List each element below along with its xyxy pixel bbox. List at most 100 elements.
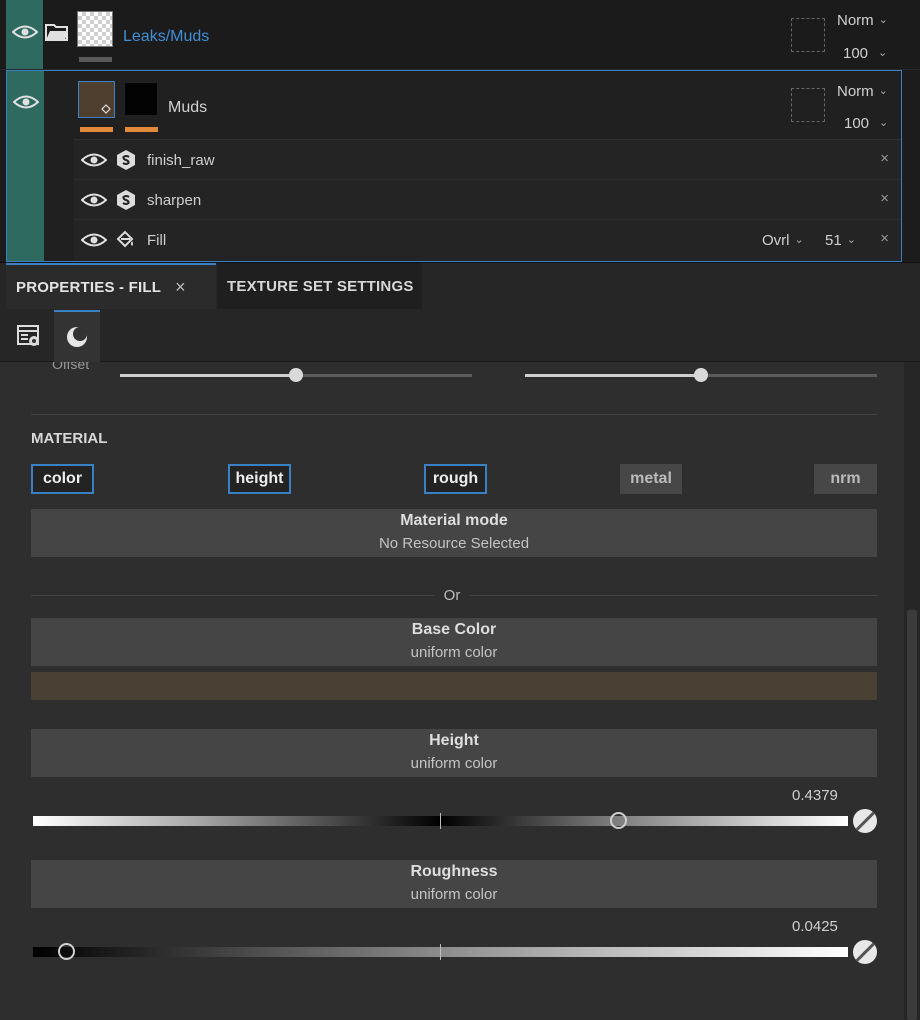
card-value: No Resource Selected [378,535,530,552]
effect-row-sharpen[interactable]: sharpen × [74,179,901,219]
eye-icon[interactable] [80,150,108,170]
material-sphere-icon [67,327,87,347]
blend-mode-dropdown[interactable]: Norm ⌄ [837,83,888,100]
opacity-value: 100 [843,45,869,62]
height-value[interactable]: 0.4379 [792,787,838,804]
eye-icon[interactable] [80,230,108,250]
effect-name: finish_raw [147,152,215,169]
substance-icon [117,190,135,210]
paint-bucket-icon [101,104,111,114]
group-name[interactable]: Leaks/Muds [123,28,209,46]
card-value: uniform color [410,886,498,903]
card-value: uniform color [410,755,498,772]
chevron-down-icon: ⌄ [878,14,888,26]
group-thumbnail[interactable] [77,11,113,47]
blend-mode-value: Norm [837,12,874,29]
channel-toggle-color[interactable]: color [31,464,94,494]
close-icon[interactable]: × [175,277,186,298]
tab-properties-fill[interactable]: PROPERTIES - FILL × [6,263,216,309]
base-color-selector[interactable]: Base Color uniform color [31,618,877,666]
slider-handle[interactable] [58,943,75,960]
blend-mode-dropdown[interactable]: Ovrl ⌄ [762,232,804,249]
layer-mask-thumbnail[interactable] [124,82,158,116]
material-section-title: MATERIAL [31,430,108,447]
effect-name: sharpen [147,192,202,209]
tab-label: PROPERTIES - FILL [16,278,162,296]
blend-mode-value: Ovrl [762,232,790,249]
roughness-value[interactable]: 0.0425 [792,918,838,935]
close-icon[interactable]: × [880,150,889,167]
roughness-selector[interactable]: Roughness uniform color [31,860,877,908]
chevron-down-icon: ⌄ [878,47,888,59]
or-text: Or [433,587,471,604]
paint-bucket-icon [116,230,134,248]
slider-center-tick [440,813,441,829]
slider-handle[interactable] [610,812,627,829]
property-subtabs [0,310,920,362]
group-mask-bar [79,57,112,62]
close-icon[interactable]: × [880,190,889,207]
roughness-gradient-slider[interactable] [33,943,848,960]
layer-color-bar [80,127,113,132]
material-mode-selector[interactable]: Material mode No Resource Selected [31,509,877,557]
opacity-dropdown[interactable]: 51 ⌄ [825,232,856,249]
panel-tabs: PROPERTIES - FILL × TEXTURE SET SETTINGS [0,262,920,310]
properties-panel: Offset MATERIAL color height rough metal… [0,362,904,1020]
card-title: Roughness [410,863,498,880]
effect-row-fill[interactable]: Fill Ovrl ⌄ 51 ⌄ × [74,219,901,261]
slider-handle[interactable] [289,368,303,382]
card-title: Base Color [411,621,497,638]
card-title: Height [429,732,479,749]
or-label: Or [0,587,904,604]
close-icon[interactable]: × [880,230,889,247]
layer-settings-icon [17,325,39,346]
subtab-settings[interactable] [6,310,52,362]
scrollbar-thumb[interactable] [907,610,917,1020]
subtab-material[interactable] [54,310,100,362]
offset-label: Offset [52,362,90,372]
tab-texture-set-settings[interactable]: TEXTURE SET SETTINGS [217,263,422,309]
base-color-swatch[interactable] [31,672,877,700]
chevron-down-icon: ⌄ [879,117,889,129]
layer-mask-bar [125,127,158,132]
opacity-dropdown[interactable]: 100 ⌄ [843,45,887,62]
offset-slider-x[interactable] [120,368,472,382]
opacity-dropdown[interactable]: 100 ⌄ [844,115,888,132]
opacity-value: 100 [844,115,870,132]
slider-center-tick [440,944,441,960]
opacity-value: 51 [825,232,842,249]
properties-scrollbar[interactable] [904,362,920,1020]
channel-toggle-nrm[interactable]: nrm [814,464,877,494]
height-gradient-slider[interactable] [33,812,848,829]
effect-name: Fill [147,232,167,249]
blend-mode-value: Norm [837,83,874,100]
card-title: Material mode [400,512,508,529]
eye-icon[interactable] [11,22,39,42]
eye-icon[interactable] [12,92,40,112]
height-selector[interactable]: Height uniform color [31,729,877,777]
substance-icon [117,150,135,170]
effect-row-finish-raw[interactable]: finish_raw × [74,139,901,179]
divider [31,414,877,415]
layer-name[interactable]: Muds [168,99,207,117]
chevron-down-icon: ⌄ [846,234,856,246]
slider-handle[interactable] [694,368,708,382]
blend-mode-dropdown[interactable]: Norm ⌄ [837,12,888,29]
slider-fill [525,374,701,377]
layer-thumbnail[interactable] [78,81,115,118]
layer-row-selected[interactable]: Muds Norm ⌄ 100 ⌄ finish_raw × sharpen × [6,70,902,262]
eye-icon[interactable] [80,190,108,210]
tab-label: TEXTURE SET SETTINGS [227,277,414,295]
layer-group-row[interactable]: Leaks/Muds Norm ⌄ 100 ⌄ [0,0,920,70]
mask-placeholder[interactable] [791,88,825,122]
color-picker-icon[interactable] [853,940,877,964]
offset-slider-y[interactable] [525,368,877,382]
channel-toggle-metal[interactable]: metal [620,464,682,494]
layer-stack: Leaks/Muds Norm ⌄ 100 ⌄ Muds Norm ⌄ 100 ⌄ fi… [0,0,920,262]
folder-icon [45,22,69,47]
slider-fill [120,374,296,377]
mask-placeholder[interactable] [791,18,825,52]
channel-toggle-height[interactable]: height [228,464,291,494]
channel-toggle-rough[interactable]: rough [424,464,487,494]
color-picker-icon[interactable] [853,809,877,833]
